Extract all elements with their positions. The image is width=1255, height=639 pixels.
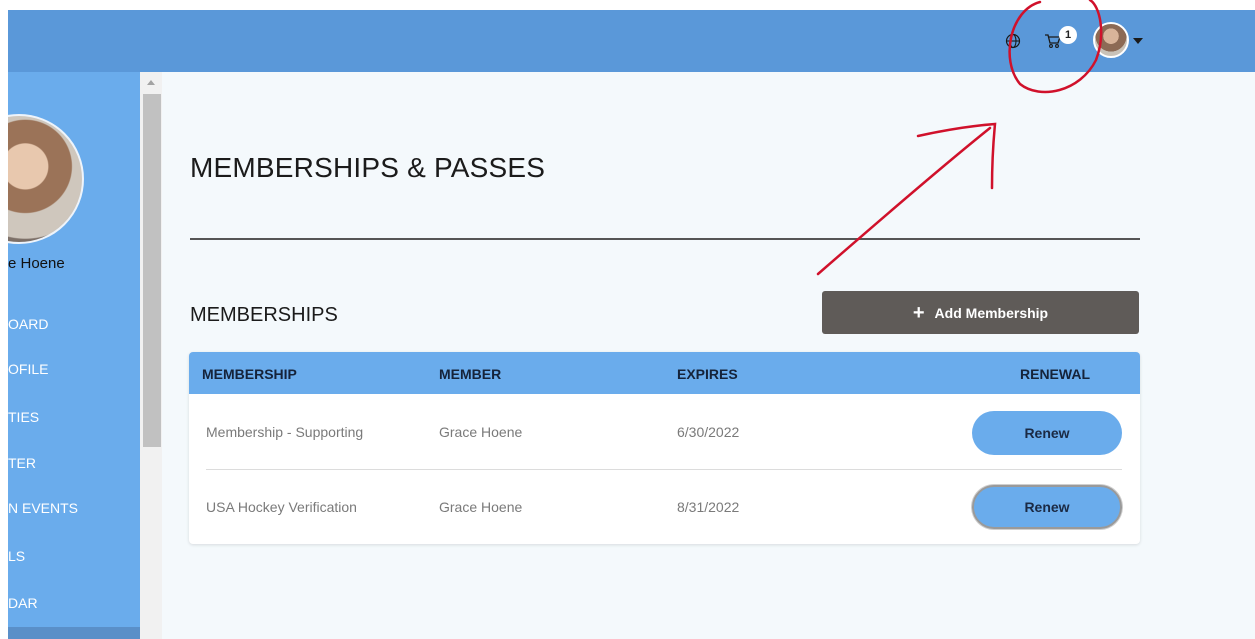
table-row: Membership - Supporting Grace Hoene 6/30… bbox=[189, 394, 1140, 469]
membership-name: Membership - Supporting bbox=[206, 424, 364, 440]
sidebar-item-calendar[interactable]: DAR bbox=[8, 595, 38, 611]
expiry-date: 6/30/2022 bbox=[677, 424, 740, 440]
sidebar: e Hoene OARD OFILE TIES TER N EVENTS LS … bbox=[8, 72, 140, 639]
sidebar-user-name: e Hoene bbox=[8, 255, 65, 272]
sidebar-active-indicator bbox=[8, 627, 140, 639]
sidebar-item-activities[interactable]: TIES bbox=[8, 409, 39, 425]
top-navbar: 1 bbox=[8, 10, 1255, 72]
sidebar-scrollbar[interactable] bbox=[140, 72, 162, 639]
column-header-member: MEMBER bbox=[439, 366, 502, 382]
column-header-membership: MEMBERSHIP bbox=[202, 366, 297, 382]
profile-photo bbox=[8, 114, 84, 244]
caret-down-icon[interactable] bbox=[1133, 38, 1143, 44]
table-header: MEMBERSHIP MEMBER EXPIRES RENEWAL bbox=[189, 352, 1140, 394]
title-divider bbox=[190, 238, 1140, 240]
member-name: Grace Hoene bbox=[439, 499, 523, 515]
table-row: USA Hockey Verification Grace Hoene 8/31… bbox=[189, 469, 1140, 544]
expiry-date: 8/31/2022 bbox=[677, 499, 740, 515]
member-name: Grace Hoene bbox=[439, 424, 523, 440]
section-title: MEMBERSHIPS bbox=[190, 304, 338, 326]
renew-button[interactable]: Renew bbox=[972, 411, 1122, 455]
globe-icon[interactable] bbox=[1000, 28, 1026, 54]
sidebar-item-events[interactable]: N EVENTS bbox=[8, 500, 78, 516]
scrollbar-thumb[interactable] bbox=[143, 94, 161, 447]
sidebar-item-dashboard[interactable]: OARD bbox=[8, 316, 48, 332]
sidebar-item-profile[interactable]: OFILE bbox=[8, 361, 48, 377]
sidebar-item-ls[interactable]: LS bbox=[8, 548, 25, 564]
sidebar-item-register[interactable]: TER bbox=[8, 455, 36, 471]
main-content: MEMBERSHIPS & PASSES MEMBERSHIPS + Add M… bbox=[162, 72, 1255, 639]
renew-button[interactable]: Renew bbox=[972, 485, 1122, 529]
app-window: 1 e Hoene OARD OFILE TIES TER N EVENTS L… bbox=[0, 0, 1255, 639]
add-membership-button[interactable]: + Add Membership bbox=[822, 291, 1139, 334]
column-header-renewal: RENEWAL bbox=[1020, 366, 1090, 382]
cart-count-badge: 1 bbox=[1059, 26, 1077, 44]
scroll-up-arrow-icon[interactable] bbox=[147, 80, 155, 85]
column-header-expires: EXPIRES bbox=[677, 366, 738, 382]
avatar[interactable] bbox=[1093, 22, 1129, 58]
membership-name: USA Hockey Verification bbox=[206, 499, 357, 515]
plus-icon: + bbox=[912, 301, 925, 324]
add-membership-label: Add Membership bbox=[934, 304, 1049, 321]
memberships-table: MEMBERSHIP MEMBER EXPIRES RENEWAL Member… bbox=[189, 352, 1140, 544]
page-title: MEMBERSHIPS & PASSES bbox=[190, 152, 546, 183]
